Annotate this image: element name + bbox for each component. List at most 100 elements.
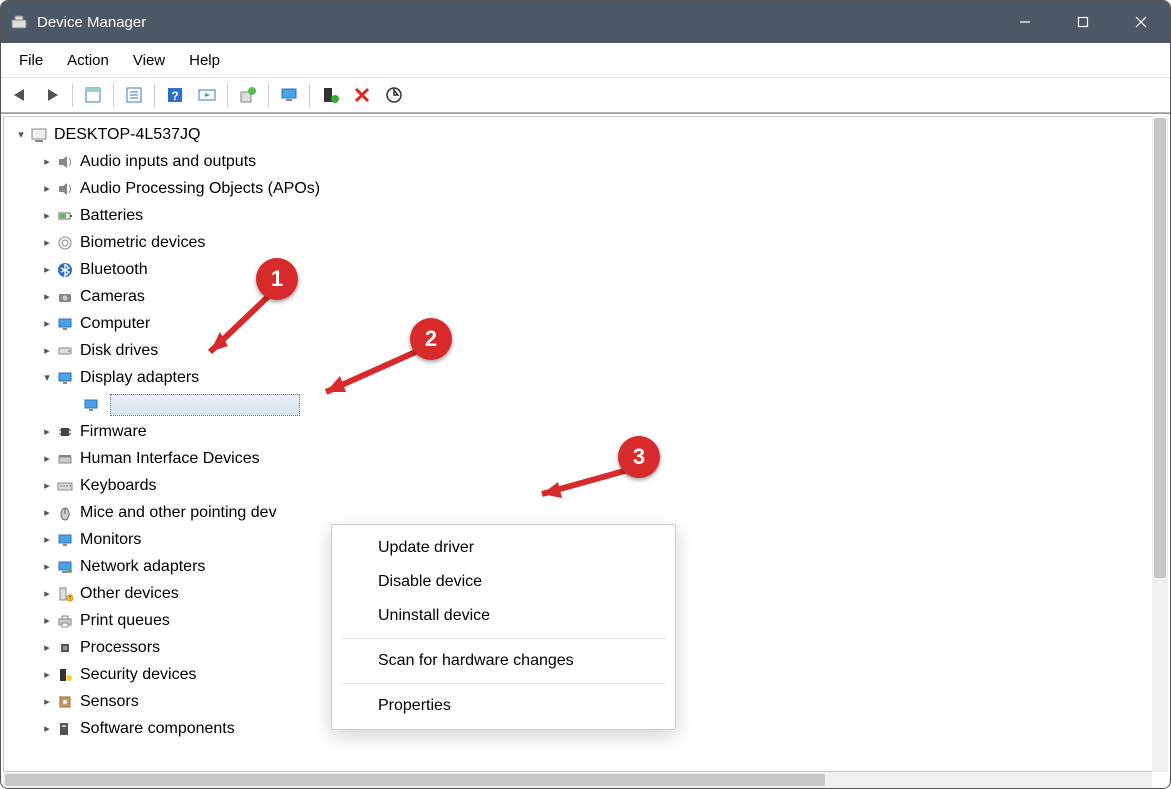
- tree-root[interactable]: ▾ DESKTOP-4L537JQ: [8, 121, 1167, 148]
- tree-node-hid[interactable]: ▸Human Interface Devices: [8, 445, 1167, 472]
- chevron-right-icon[interactable]: ▸: [38, 149, 56, 175]
- chevron-down-icon[interactable]: ▾: [38, 365, 56, 391]
- chevron-right-icon[interactable]: ▸: [38, 689, 56, 715]
- chevron-right-icon[interactable]: ▸: [38, 257, 56, 283]
- chevron-right-icon[interactable]: ▸: [38, 635, 56, 661]
- display-adapter-icon: [56, 369, 74, 387]
- tree-node-disk[interactable]: ▸ Disk drives: [8, 337, 1167, 364]
- monitor-button[interactable]: [274, 81, 304, 109]
- chevron-right-icon[interactable]: ▸: [38, 608, 56, 634]
- mouse-icon: [56, 504, 74, 522]
- node-label: Disk drives: [80, 338, 158, 364]
- chevron-right-icon[interactable]: ▸: [38, 419, 56, 445]
- node-label: Other devices: [80, 581, 179, 607]
- tree-node-bluetooth[interactable]: ▸Bluetooth: [8, 256, 1167, 283]
- printer-icon: [56, 612, 74, 630]
- computer-icon: [30, 126, 48, 144]
- chevron-right-icon[interactable]: ▸: [38, 716, 56, 742]
- battery-icon: [56, 207, 74, 225]
- network-icon: [56, 558, 74, 576]
- chevron-right-icon[interactable]: ▸: [38, 554, 56, 580]
- device-manager-window: Device Manager File Action View Help ?: [0, 0, 1171, 789]
- security-icon: [56, 666, 74, 684]
- keyboard-icon: [56, 477, 74, 495]
- fingerprint-icon: [56, 234, 74, 252]
- software-icon: [56, 720, 74, 738]
- selected-device-redacted[interactable]: [110, 394, 300, 416]
- tree-node-keyboards[interactable]: ▸Keyboards: [8, 472, 1167, 499]
- context-menu-update-driver[interactable]: Update driver: [332, 531, 675, 565]
- chevron-right-icon[interactable]: ▸: [38, 662, 56, 688]
- chevron-right-icon[interactable]: ▸: [38, 581, 56, 607]
- context-menu-uninstall-device[interactable]: Uninstall device: [332, 599, 675, 633]
- scrollbar-thumb[interactable]: [1154, 118, 1166, 578]
- chevron-right-icon[interactable]: ▸: [38, 473, 56, 499]
- vertical-scrollbar[interactable]: [1152, 116, 1168, 772]
- tree-node-display-device-selected[interactable]: [8, 391, 1167, 418]
- tree-node-mice[interactable]: ▸Mice and other pointing dev: [8, 499, 1167, 526]
- minimize-button[interactable]: [996, 1, 1054, 43]
- scan-hardware-button[interactable]: [192, 81, 222, 109]
- context-menu-properties[interactable]: Properties: [332, 689, 675, 723]
- tree-node-cameras[interactable]: ▸ Cameras: [8, 283, 1167, 310]
- speaker-icon: [56, 153, 74, 171]
- hid-icon: [56, 450, 74, 468]
- node-label: Sensors: [80, 689, 139, 715]
- menu-help[interactable]: Help: [177, 48, 232, 73]
- chip-icon: [56, 423, 74, 441]
- content-area: ▾ DESKTOP-4L537JQ ▸Audio inputs and outp…: [1, 113, 1170, 788]
- monitor-icon: [56, 315, 74, 333]
- scan-changes-button[interactable]: [379, 81, 409, 109]
- tree-node-audio-io[interactable]: ▸Audio inputs and outputs: [8, 148, 1167, 175]
- show-hide-tree-button[interactable]: [78, 81, 108, 109]
- enable-device-button[interactable]: [315, 81, 345, 109]
- chevron-right-icon[interactable]: ▸: [38, 446, 56, 472]
- tree-node-computer[interactable]: ▸Computer: [8, 310, 1167, 337]
- menu-file[interactable]: File: [7, 48, 55, 73]
- menu-view[interactable]: View: [121, 48, 177, 73]
- toolbar: ?: [1, 77, 1170, 113]
- node-label: Monitors: [80, 527, 141, 553]
- back-button[interactable]: [5, 81, 35, 109]
- menu-action[interactable]: Action: [55, 48, 121, 73]
- context-menu-disable-device[interactable]: Disable device: [332, 565, 675, 599]
- window-title: Device Manager: [37, 14, 146, 31]
- properties-button[interactable]: [119, 81, 149, 109]
- chevron-down-icon[interactable]: ▾: [12, 122, 30, 148]
- scrollbar-thumb[interactable]: [5, 774, 825, 786]
- other-devices-icon: ?: [56, 585, 74, 603]
- node-label: Cameras: [80, 284, 145, 310]
- context-menu: Update driver Disable device Uninstall d…: [331, 524, 676, 730]
- disk-icon: [56, 342, 74, 360]
- node-label: Processors: [80, 635, 160, 661]
- chevron-right-icon[interactable]: ▸: [38, 500, 56, 526]
- chevron-right-icon[interactable]: ▸: [38, 176, 56, 202]
- chevron-right-icon[interactable]: ▸: [38, 338, 56, 364]
- close-button[interactable]: [1112, 1, 1170, 43]
- horizontal-scrollbar[interactable]: [3, 772, 1152, 788]
- tree-node-firmware[interactable]: ▸Firmware: [8, 418, 1167, 445]
- speaker-icon: [56, 180, 74, 198]
- tree-node-display-adapters[interactable]: ▾Display adapters: [8, 364, 1167, 391]
- tree-node-batteries[interactable]: ▸Batteries: [8, 202, 1167, 229]
- context-menu-scan-hardware[interactable]: Scan for hardware changes: [332, 644, 675, 678]
- display-adapter-icon: [82, 396, 100, 414]
- chevron-right-icon[interactable]: ▸: [38, 203, 56, 229]
- chevron-right-icon[interactable]: ▸: [38, 527, 56, 553]
- chevron-right-icon[interactable]: ▸: [38, 230, 56, 256]
- tree-node-biometric[interactable]: ▸Biometric devices: [8, 229, 1167, 256]
- help-button[interactable]: ?: [160, 81, 190, 109]
- cpu-icon: [56, 639, 74, 657]
- monitor-icon: [56, 531, 74, 549]
- svg-text:?: ?: [171, 89, 178, 103]
- tree-node-apo[interactable]: ▸Audio Processing Objects (APOs): [8, 175, 1167, 202]
- forward-button[interactable]: [37, 81, 67, 109]
- tree-root-label: DESKTOP-4L537JQ: [54, 122, 200, 148]
- chevron-right-icon[interactable]: ▸: [38, 284, 56, 310]
- app-icon: [11, 14, 27, 30]
- chevron-right-icon[interactable]: ▸: [38, 311, 56, 337]
- update-driver-button[interactable]: [233, 81, 263, 109]
- maximize-button[interactable]: [1054, 1, 1112, 43]
- node-label: Print queues: [80, 608, 170, 634]
- uninstall-device-button[interactable]: [347, 81, 377, 109]
